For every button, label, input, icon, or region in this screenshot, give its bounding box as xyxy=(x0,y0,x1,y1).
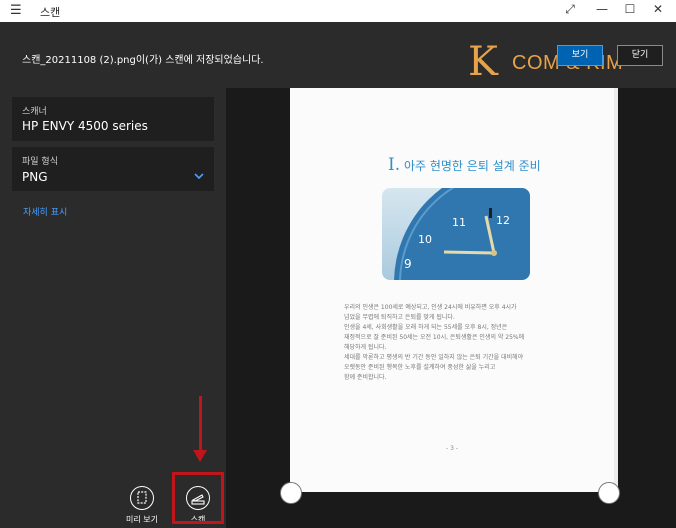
body-line: 인생을 4세, 사회생활을 오래 하게 되는 55세를 오후 8시, 정년은 xyxy=(344,324,508,331)
heading-text: 아주 현명한 은퇴 설계 준비 xyxy=(403,159,541,173)
file-format-value: PNG xyxy=(22,170,48,184)
scanned-page: I. 아주 현명한 은퇴 설계 준비 9 10 11 12 우리의 인생은 10… xyxy=(290,88,618,492)
clock-photo: 9 10 11 12 xyxy=(382,188,530,280)
clock-numeral-10: 10 xyxy=(418,233,432,246)
body-line: 세대를 막론하고 평생의 반 기간 동안 일하지 않는 은퇴 기간을 대비해야 xyxy=(344,354,524,361)
scan-saved-notification: 스캔_20211108 (2).png이(가) 스캔에 저장되었습니다. K C… xyxy=(0,22,676,88)
close-notification-button[interactable]: 닫기 xyxy=(617,45,663,66)
crop-handle-left[interactable] xyxy=(280,482,302,504)
body-line: 넘었을 무렵에 퇴직하고 은퇴를 맞게 됩니다. xyxy=(344,314,455,321)
body-line: 우리의 인생은 100세로 예상되고, 인생 24시에 비유하면 오후 4시가 xyxy=(344,304,517,311)
body-line: 함께 준비합니다. xyxy=(344,374,387,381)
preview-label: 미리 보기 xyxy=(126,515,158,524)
body-line: 해당하게 됩니다. xyxy=(344,344,387,351)
preview-button[interactable]: 미리 보기 xyxy=(124,486,160,525)
scan-button-highlight xyxy=(172,472,224,524)
scanner-selector[interactable]: 스캐너 HP ENVY 4500 series xyxy=(12,97,214,141)
window-title: 스캔 xyxy=(40,6,61,19)
restore-icon[interactable]: ⤢ xyxy=(560,2,580,17)
clock-numeral-11: 11 xyxy=(452,216,466,229)
body-line: 오랫동안 준비된 행복한 노후를 설계하여 풍성한 삶을 누리고 xyxy=(344,364,496,371)
file-format-label: 파일 형식 xyxy=(22,157,58,167)
page-heading: I. 아주 현명한 은퇴 설계 준비 xyxy=(388,155,541,175)
show-more-link[interactable]: 자세히 표시 xyxy=(23,205,67,218)
clock-numeral-12: 12 xyxy=(496,214,510,227)
file-format-select[interactable]: 파일 형식 PNG xyxy=(12,147,214,191)
watermark-letter: K xyxy=(468,39,498,85)
heading-number: I. xyxy=(388,155,401,175)
scanner-value: HP ENVY 4500 series xyxy=(22,119,148,133)
title-bar: ☰ 스캔 ⤢ — ☐ ✕ xyxy=(0,0,676,23)
close-window-button[interactable]: ✕ xyxy=(648,2,668,16)
page-body-text: 우리의 인생은 100세로 예상되고, 인생 24시에 비유하면 오후 4시가 … xyxy=(344,303,554,383)
guide-arrow-head xyxy=(193,450,207,462)
scanner-label: 스캐너 xyxy=(22,107,47,117)
notification-message: 스캔_20211108 (2).png이(가) 스캔에 저장되었습니다. xyxy=(22,55,264,66)
body-line: 재정적으로 잘 준비된 50세는 오전 10시, 은퇴생활은 인생의 약 25%… xyxy=(344,334,525,341)
clock-numeral-9: 9 xyxy=(404,257,412,271)
scan-preview-area: I. 아주 현명한 은퇴 설계 준비 9 10 11 12 우리의 인생은 10… xyxy=(226,88,676,528)
view-button[interactable]: 보기 xyxy=(557,45,603,66)
chevron-down-icon[interactable] xyxy=(194,170,204,183)
crop-handle-right[interactable] xyxy=(598,482,620,504)
maximize-button[interactable]: ☐ xyxy=(620,2,640,16)
page-number: - 3 - xyxy=(446,445,458,452)
hamburger-menu-icon[interactable]: ☰ xyxy=(10,3,22,18)
minimize-button[interactable]: — xyxy=(592,2,612,16)
settings-panel: 스캐너 HP ENVY 4500 series 파일 형식 PNG 자세히 표시 xyxy=(0,88,226,528)
preview-icon xyxy=(130,486,154,510)
guide-arrow xyxy=(199,396,202,452)
